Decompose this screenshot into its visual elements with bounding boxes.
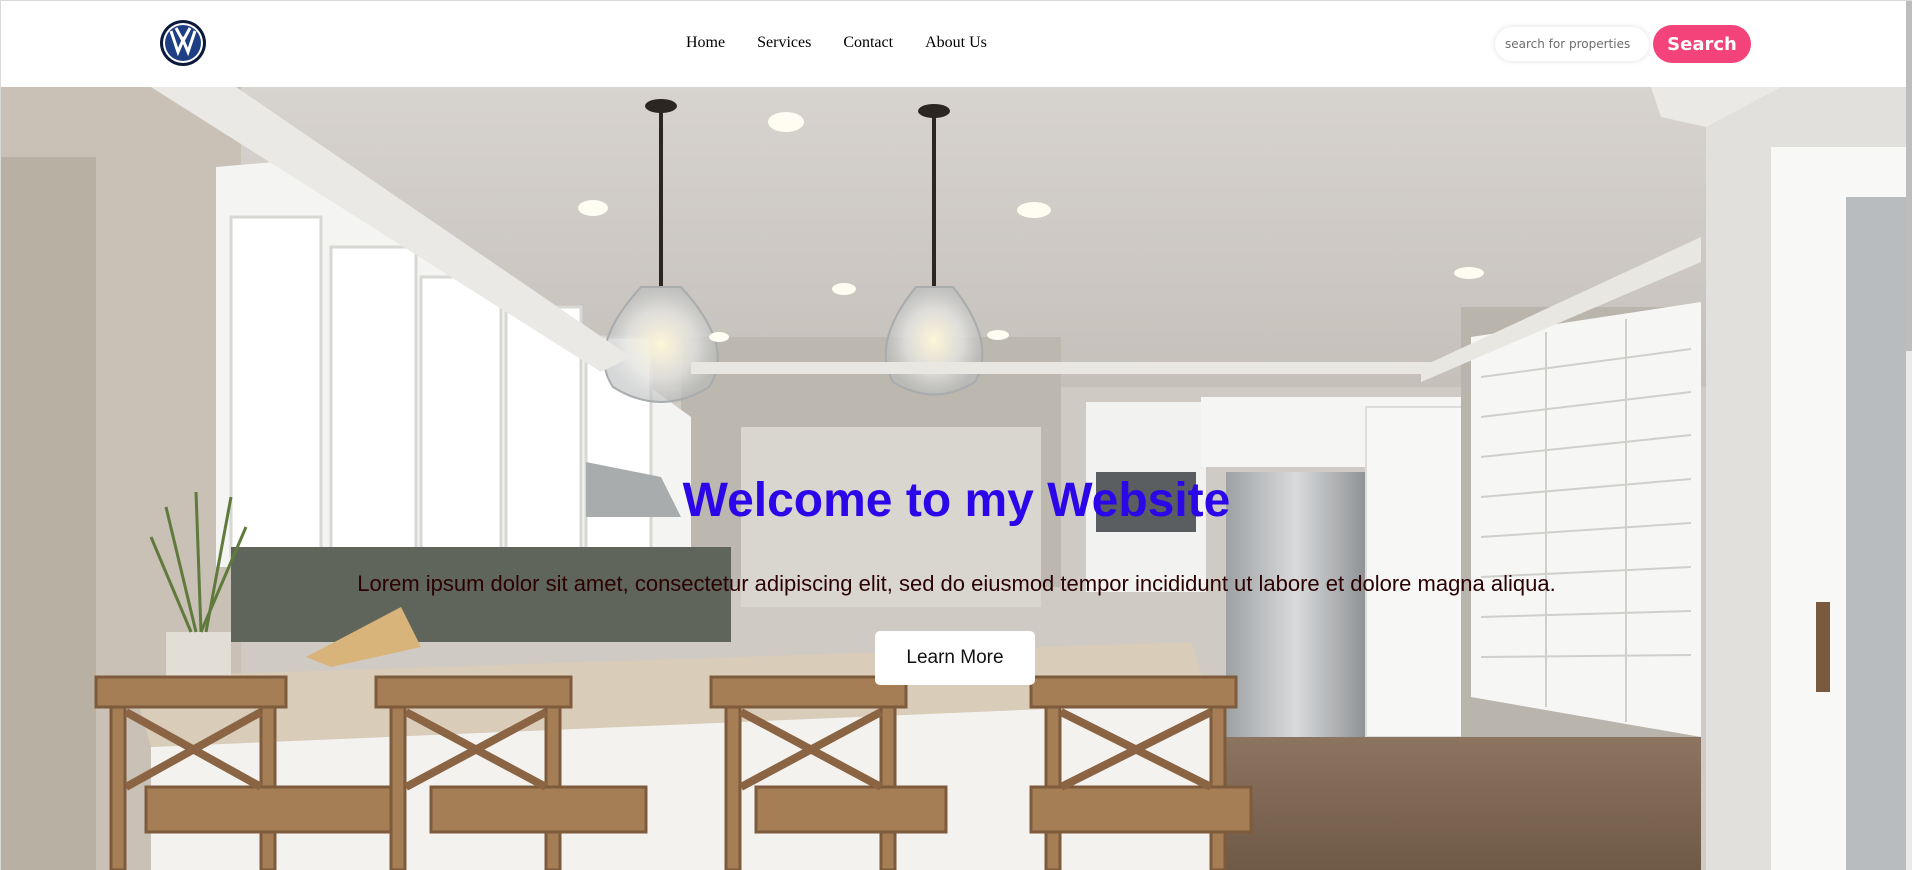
learn-more-button[interactable]: Learn More [875, 631, 1035, 685]
page-scrollbar[interactable] [1906, 1, 1912, 870]
nav-contact-link[interactable]: Contact [843, 34, 893, 52]
volkswagen-logo-icon[interactable] [159, 19, 207, 67]
search-button[interactable]: Search [1653, 25, 1751, 63]
main-nav: Home Services Contact About Us [686, 34, 987, 52]
scrollbar-thumb[interactable] [1906, 1, 1912, 351]
nav-home-link[interactable]: Home [686, 34, 725, 52]
site-header: Home Services Contact About Us Search [1, 1, 1912, 87]
page-frame: Home Services Contact About Us Search [0, 0, 1912, 870]
nav-about-link[interactable]: About Us [925, 34, 987, 52]
search-bar: Search [1495, 25, 1751, 63]
nav-services-link[interactable]: Services [757, 34, 811, 52]
hero-title: Welcome to my Website [682, 474, 1231, 527]
hero-section: Welcome to my Website Lorem ipsum dolor … [1, 87, 1912, 870]
hero-subtitle: Lorem ipsum dolor sit amet, consectetur … [357, 571, 1556, 596]
search-input[interactable] [1495, 27, 1649, 61]
